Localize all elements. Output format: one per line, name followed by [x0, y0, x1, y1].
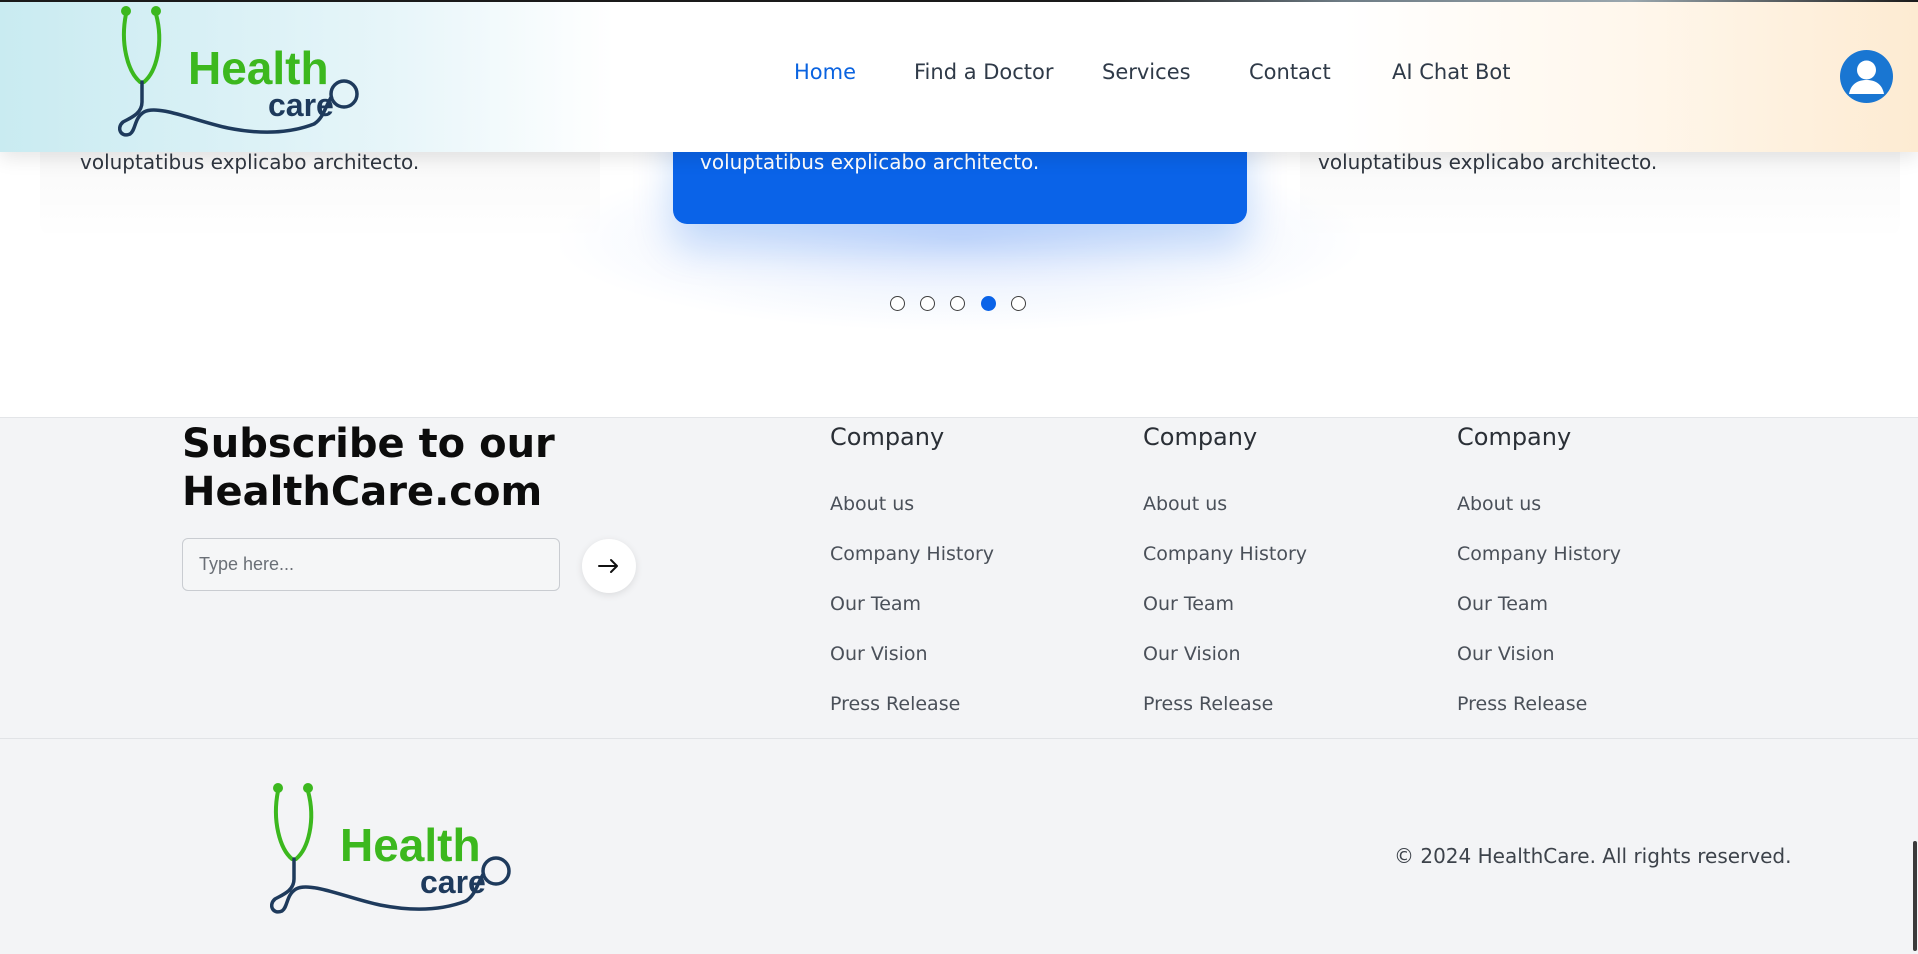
footer-link-company-history[interactable]: Company History [1457, 543, 1621, 565]
svg-text:care: care [268, 87, 334, 123]
header-logo[interactable]: Health care [118, 4, 378, 139]
carousel-dot-4[interactable] [981, 296, 996, 311]
footer-link-press-release[interactable]: Press Release [830, 693, 960, 715]
site-header: Health care Home Find a Doctor Services … [0, 0, 1918, 152]
stethoscope-logo-icon: Health care [270, 783, 511, 914]
stethoscope-logo-icon: Health care [118, 6, 359, 137]
footer-link-about-us[interactable]: About us [1457, 493, 1541, 515]
testimonial-text-right: voluptatibus explicabo architecto. [1318, 150, 1658, 174]
footer-link-press-release[interactable]: Press Release [1457, 693, 1587, 715]
testimonial-text-left: voluptatibus explicabo architecto. [80, 150, 420, 174]
footer-link-our-vision[interactable]: Our Vision [830, 643, 928, 665]
footer-column-heading: Company [830, 423, 945, 451]
user-avatar-icon [1849, 60, 1884, 94]
footer-link-company-history[interactable]: Company History [830, 543, 994, 565]
footer-column-heading: Company [1457, 423, 1572, 451]
footer-divider [0, 738, 1918, 739]
nav-home[interactable]: Home [794, 60, 856, 84]
footer-link-our-team[interactable]: Our Team [1457, 593, 1548, 615]
footer-link-our-vision[interactable]: Our Vision [1457, 643, 1555, 665]
nav-contact[interactable]: Contact [1249, 60, 1331, 84]
subscribe-email-input[interactable] [182, 538, 560, 591]
footer-link-press-release[interactable]: Press Release [1143, 693, 1273, 715]
footer-link-our-vision[interactable]: Our Vision [1143, 643, 1241, 665]
user-profile-button[interactable] [1840, 50, 1893, 103]
footer-link-about-us[interactable]: About us [1143, 493, 1227, 515]
page-scrollbar-thumb[interactable] [1913, 841, 1917, 951]
arrow-right-icon [598, 559, 618, 573]
carousel-dot-2[interactable] [920, 296, 935, 311]
copyright-text: © 2024 HealthCare. All rights reserved. [1394, 844, 1792, 868]
footer-link-our-team[interactable]: Our Team [830, 593, 921, 615]
footer-column-heading: Company [1143, 423, 1258, 451]
site-footer: Subscribe to our HealthCare.com Company … [0, 417, 1918, 954]
footer-link-company-history[interactable]: Company History [1143, 543, 1307, 565]
footer-link-about-us[interactable]: About us [830, 493, 914, 515]
carousel-dot-5[interactable] [1011, 296, 1026, 311]
subscribe-title: Subscribe to our HealthCare.com [182, 421, 555, 515]
nav-ai-chat-bot[interactable]: AI Chat Bot [1392, 60, 1510, 84]
nav-services[interactable]: Services [1102, 60, 1191, 84]
testimonial-text-active: voluptatibus explicabo architecto. [700, 150, 1040, 174]
nav-find-a-doctor[interactable]: Find a Doctor [914, 60, 1054, 84]
carousel-dot-1[interactable] [890, 296, 905, 311]
top-border [0, 0, 1918, 2]
footer-logo[interactable]: Health care [270, 781, 530, 916]
footer-link-our-team[interactable]: Our Team [1143, 593, 1234, 615]
svg-text:care: care [420, 864, 486, 900]
subscribe-submit-button[interactable] [582, 539, 636, 593]
carousel-dot-3[interactable] [950, 296, 965, 311]
